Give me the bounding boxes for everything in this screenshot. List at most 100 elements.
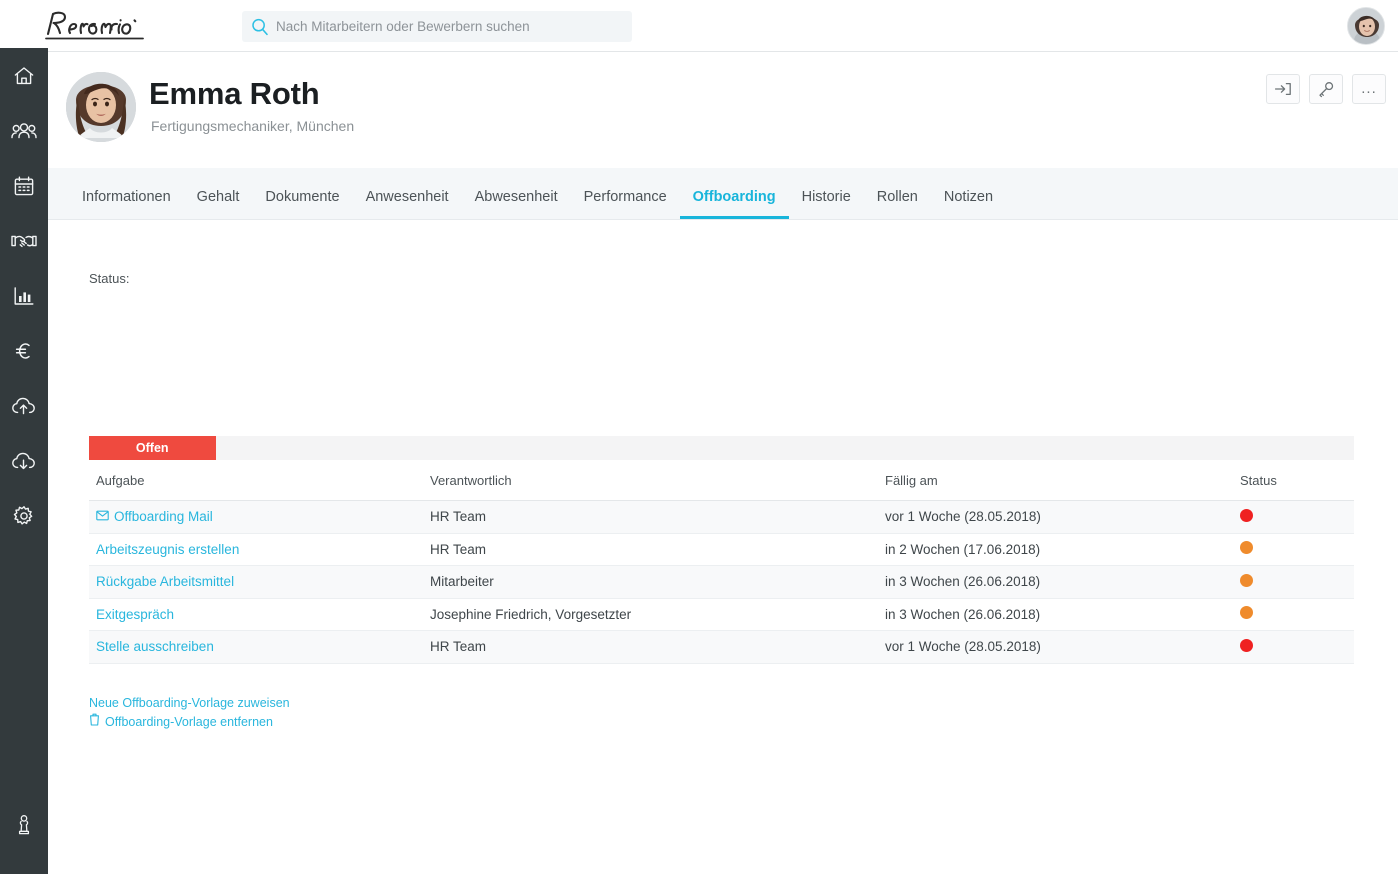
sidebar-item-payroll[interactable]	[0, 323, 48, 378]
cell-due: vor 1 Woche (28.05.2018)	[885, 500, 1240, 534]
cell-responsible: HR Team	[430, 533, 885, 566]
user-avatar[interactable]	[1347, 7, 1385, 45]
top-bar	[0, 0, 1398, 52]
cell-due: in 3 Wochen (26.06.2018)	[885, 598, 1240, 631]
sidebar-item-calendar[interactable]	[0, 158, 48, 213]
gear-icon	[12, 504, 36, 528]
remove-offboarding-template-link[interactable]: Offboarding-Vorlage entfernen	[89, 713, 290, 730]
profile-subtitle: Fertigungsmechaniker, München	[151, 118, 355, 134]
status-dot	[1240, 606, 1253, 620]
column-header-faellig-am: Fällig am	[885, 473, 1240, 501]
cell-due: in 3 Wochen (26.06.2018)	[885, 565, 1240, 599]
tab-abwesenheit[interactable]: Abwesenheit	[462, 189, 571, 219]
cell-task: Stelle ausschreiben	[89, 630, 430, 664]
sidebar-item-home[interactable]	[0, 48, 48, 103]
assign-offboarding-template-link[interactable]: Neue Offboarding-Vorlage zuweisen	[89, 695, 290, 711]
employee-avatar[interactable]	[66, 72, 136, 142]
tab-informationen[interactable]: Informationen	[69, 189, 184, 219]
ellipsis-icon: ...	[1361, 80, 1377, 97]
sidebar-item-account[interactable]	[0, 797, 48, 852]
sidebar-item-recruiting[interactable]	[0, 213, 48, 268]
offboarding-tasks-table: Aufgabe Verantwortlich Fällig am Status …	[89, 473, 1354, 664]
cell-responsible: Mitarbeiter	[430, 565, 885, 599]
main-content: Emma Roth Fertigungsmechaniker, München	[48, 52, 1398, 874]
cell-due: vor 1 Woche (28.05.2018)	[885, 630, 1240, 664]
status-dot	[1240, 638, 1253, 652]
global-search[interactable]	[242, 11, 632, 42]
assign-template-label: Neue Offboarding-Vorlage zuweisen	[89, 696, 290, 710]
status-dot	[1240, 573, 1253, 587]
task-link[interactable]: Offboarding Mail	[96, 509, 213, 524]
trash-icon	[89, 713, 100, 730]
cell-responsible: HR Team	[430, 630, 885, 664]
task-label: Offboarding Mail	[114, 509, 213, 525]
cell-task: Offboarding Mail	[89, 500, 430, 534]
offboarding-template-links: Neue Offboarding-Vorlage zuweisen Offboa…	[89, 695, 290, 730]
page-title: Emma Roth	[149, 76, 320, 111]
column-header-status: Status	[1240, 473, 1354, 501]
cloud-download-icon	[11, 450, 37, 472]
cell-status	[1240, 630, 1354, 664]
status-progress-segment-offen: Offen	[89, 436, 216, 460]
profile-actions: ...	[1266, 74, 1386, 104]
cell-task: Exitgespräch	[89, 598, 430, 631]
cell-status	[1240, 500, 1354, 534]
table-row: Exitgespräch Josephine Friedrich, Vorgese…	[89, 598, 1354, 631]
sidebar-item-employees[interactable]	[0, 103, 48, 158]
search-input[interactable]	[276, 16, 616, 37]
cell-responsible: Josephine Friedrich, Vorgesetzter	[430, 598, 885, 631]
table-row: Arbeitszeugnis erstellen HR Team in 2 Woch…	[89, 533, 1354, 566]
task-link[interactable]: Arbeitszeugnis erstellen	[96, 542, 239, 557]
tab-performance[interactable]: Performance	[571, 189, 680, 219]
table-row: Rückgabe Arbeitsmittel Mitarbeiter in 3 Wo…	[89, 565, 1354, 599]
tab-gehalt[interactable]: Gehalt	[184, 189, 253, 219]
cell-status	[1240, 565, 1354, 599]
remove-template-label: Offboarding-Vorlage entfernen	[105, 714, 273, 729]
task-link[interactable]: Rückgabe Arbeitsmittel	[96, 574, 234, 589]
app-window: Emma Roth Fertigungsmechaniker, München	[0, 0, 1398, 874]
euro-icon	[12, 339, 36, 363]
table-body: Offboarding Mail HR Team vor 1 Woche (28.0…	[89, 500, 1354, 664]
key-icon	[1317, 81, 1335, 98]
tab-offboarding[interactable]: Offboarding	[679, 189, 789, 219]
sidebar-item-import[interactable]	[0, 378, 48, 433]
cell-due: in 2 Wochen (17.06.2018)	[885, 533, 1240, 566]
sidebar-item-reports[interactable]	[0, 268, 48, 323]
cell-task: Rückgabe Arbeitsmittel	[89, 565, 430, 599]
cloud-upload-icon	[11, 395, 37, 417]
task-label: Rückgabe Arbeitsmittel	[96, 574, 235, 590]
tab-anwesenheit[interactable]: Anwesenheit	[353, 189, 462, 219]
personio-logo[interactable]	[40, 9, 158, 43]
status-dot	[1240, 508, 1253, 522]
task-label: Stelle ausschreiben	[96, 639, 214, 655]
table-row: Stelle ausschreiben HR Team vor 1 Woche (2…	[89, 630, 1354, 664]
cell-responsible: HR Team	[430, 500, 885, 534]
search-icon	[250, 17, 270, 37]
tab-rollen[interactable]: Rollen	[864, 189, 931, 219]
tab-historie[interactable]: Historie	[789, 189, 864, 219]
cell-status	[1240, 598, 1354, 631]
cell-task: Arbeitszeugnis erstellen	[89, 533, 430, 566]
status-badge: Offen	[135, 441, 169, 455]
reset-password-button[interactable]	[1309, 74, 1343, 104]
status-label: Status:	[89, 271, 130, 286]
status-dot	[1240, 541, 1253, 555]
task-label: Exitgespräch	[96, 606, 175, 622]
login-as-employee-button[interactable]	[1266, 74, 1300, 104]
sidebar-item-export[interactable]	[0, 433, 48, 488]
profile-tabs: Informationen Gehalt Dokumente Anwesenhe…	[48, 168, 1398, 220]
sidebar-item-settings[interactable]	[0, 488, 48, 543]
tab-dokumente[interactable]: Dokumente	[252, 189, 352, 219]
task-link[interactable]: Exitgespräch	[96, 607, 174, 622]
profile-header: Emma Roth Fertigungsmechaniker, München	[48, 52, 1398, 168]
column-header-aufgabe: Aufgabe	[89, 473, 430, 501]
status-progress-bar: Offen	[89, 436, 1354, 460]
cell-status	[1240, 533, 1354, 566]
sign-in-icon	[1274, 81, 1292, 97]
sidebar	[0, 48, 48, 874]
task-link[interactable]: Stelle ausschreiben	[96, 639, 214, 654]
bar-chart-icon	[12, 285, 36, 307]
task-label: Arbeitszeugnis erstellen	[96, 541, 240, 557]
tab-notizen[interactable]: Notizen	[931, 189, 1006, 219]
more-options-button[interactable]: ...	[1352, 74, 1386, 104]
